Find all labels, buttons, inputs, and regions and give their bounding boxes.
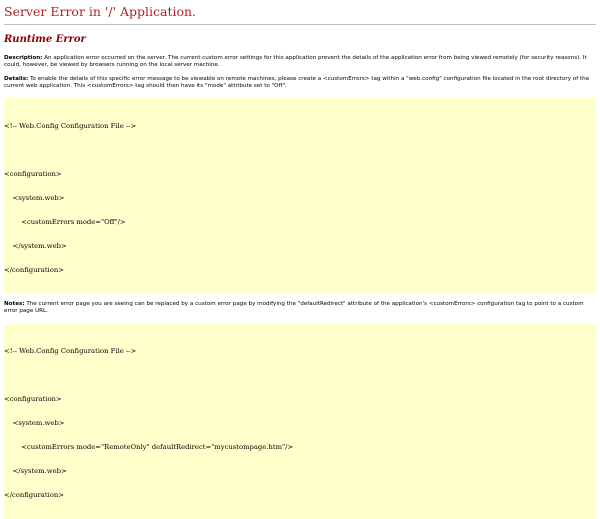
code-line: <configuration>	[4, 170, 62, 178]
code-line: ​	[4, 371, 596, 379]
notes-paragraph: Notes: The current error page you are se…	[4, 301, 596, 315]
details-label: Details:	[4, 76, 29, 82]
notes-text: The current error page you are seeing ca…	[4, 301, 584, 314]
code-line: <!-- Web.Config Configuration File -->	[4, 347, 137, 355]
code-line: <configuration>	[4, 395, 62, 403]
code-line: <customErrors mode="Off"/>	[4, 218, 126, 226]
code-line: </system.web>	[4, 467, 67, 475]
description-text: An application error occurred on the ser…	[4, 55, 587, 68]
code-block-config-remoteonly: <!-- Web.Config Configuration File --> ​…	[4, 323, 596, 519]
page-title: Server Error in '/' Application.	[4, 4, 197, 19]
code-line: <customErrors mode="RemoteOnly" defaultR…	[4, 443, 294, 451]
code-block-config-off: <!-- Web.Config Configuration File --> ​…	[4, 98, 596, 294]
description-label: Description:	[4, 55, 43, 61]
code-line: </system.web>	[4, 242, 67, 250]
description-paragraph: Description: An application error occurr…	[4, 55, 596, 69]
code-line: ​	[4, 146, 596, 154]
page-subtitle: Runtime Error	[4, 34, 86, 45]
details-text: To enable the details of this specific e…	[4, 76, 590, 89]
title-divider	[4, 24, 596, 25]
error-page: Server Error in '/' Application. Runtime…	[0, 0, 600, 519]
notes-label: Notes:	[4, 301, 25, 307]
code-line: <system.web>	[4, 419, 65, 427]
code-line: <system.web>	[4, 194, 65, 202]
code-line: <!-- Web.Config Configuration File -->	[4, 122, 137, 130]
code-line: </configuration>	[4, 266, 64, 274]
code-line: </configuration>	[4, 491, 64, 499]
details-paragraph: Details: To enable the details of this s…	[4, 76, 596, 90]
